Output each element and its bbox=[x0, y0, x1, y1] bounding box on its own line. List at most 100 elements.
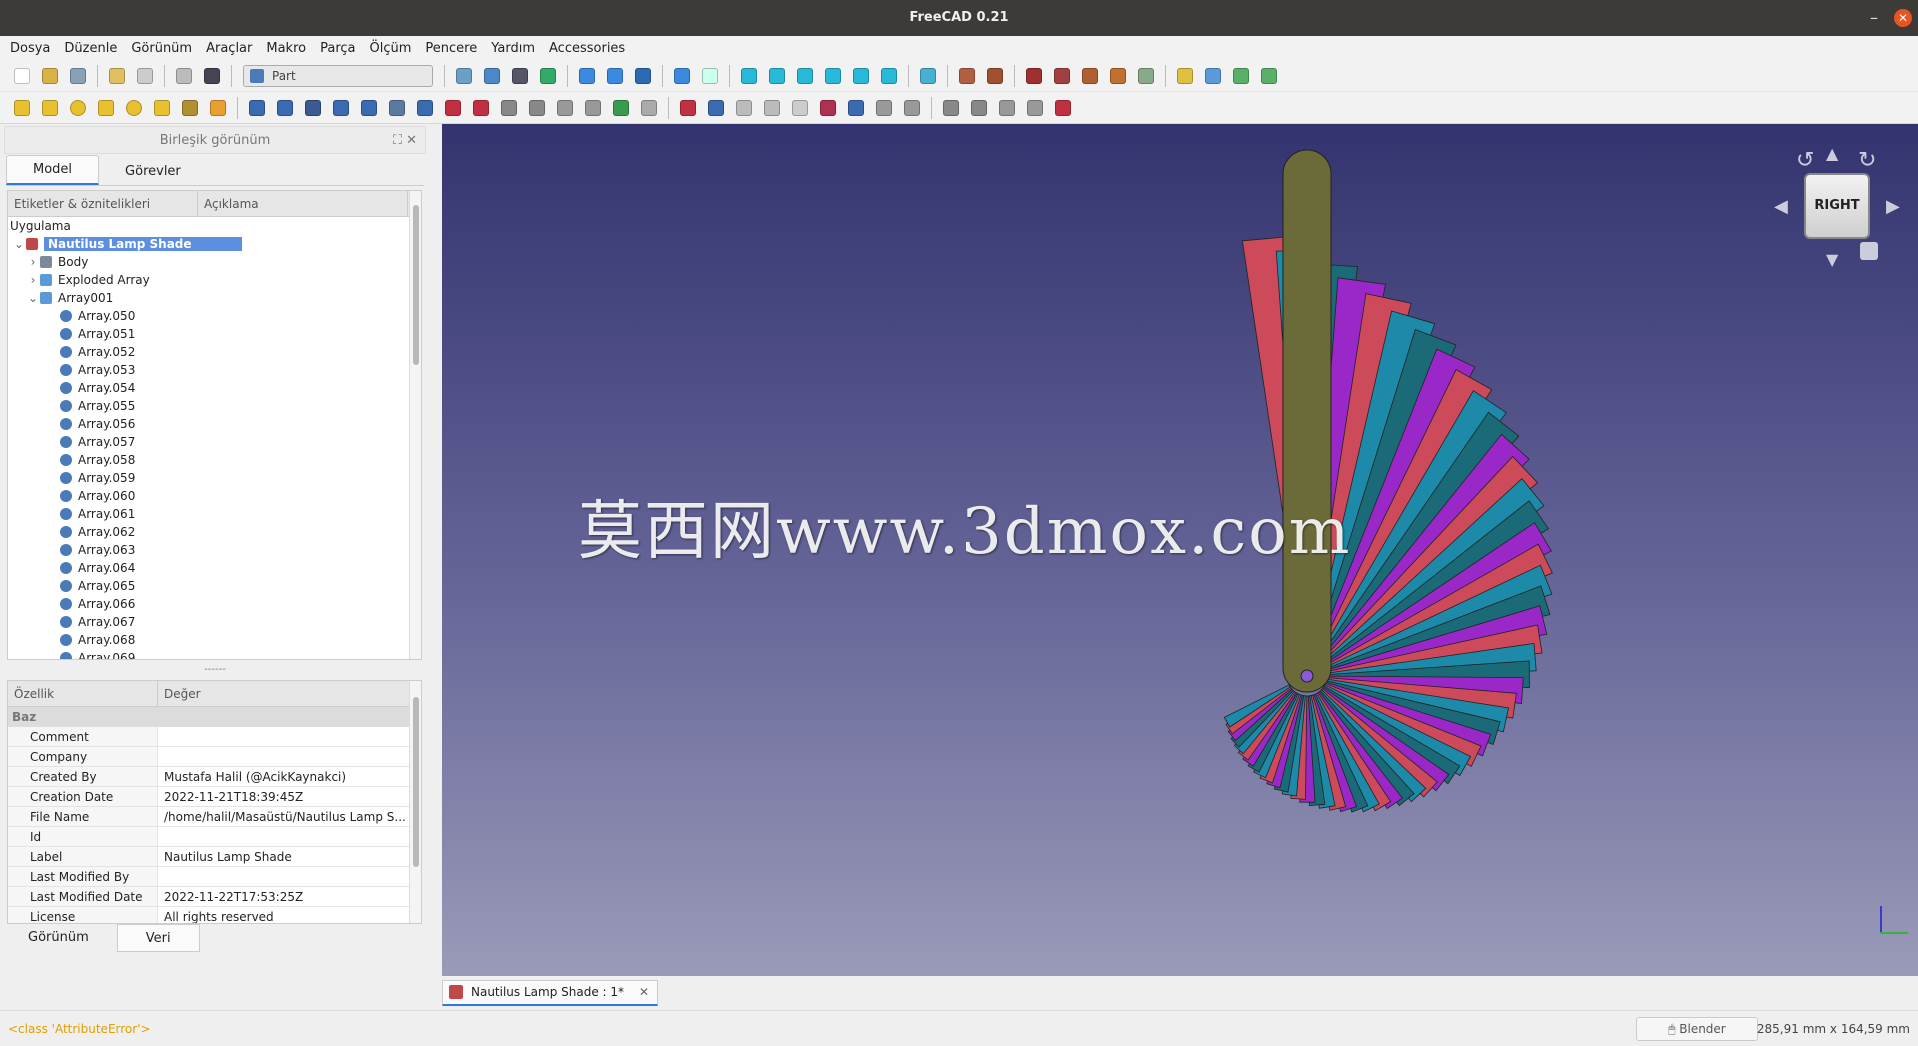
menu-1[interactable]: Düzenle bbox=[64, 41, 117, 56]
ruled-surface-icon[interactable] bbox=[417, 99, 433, 116]
link-icon[interactable] bbox=[1177, 67, 1193, 84]
tree-item-array[interactable]: Array.062 bbox=[8, 523, 421, 541]
tree-item-array[interactable]: Array.063 bbox=[8, 541, 421, 559]
front-view-icon[interactable] bbox=[741, 67, 757, 84]
folder-icon[interactable] bbox=[1205, 67, 1221, 84]
tab-data[interactable]: Veri bbox=[116, 924, 200, 952]
macro-record-icon[interactable] bbox=[1026, 67, 1042, 84]
tree-item-array[interactable]: Array.057 bbox=[8, 433, 421, 451]
navigation-style-button[interactable]: 🖱 Blender bbox=[1636, 1017, 1758, 1041]
boolean-icon[interactable] bbox=[680, 99, 696, 116]
tree-item-array[interactable]: Array.054 bbox=[8, 379, 421, 397]
property-column-header[interactable]: Özellik bbox=[8, 681, 158, 706]
measure-toggle-icon[interactable] bbox=[1055, 99, 1071, 116]
property-row[interactable]: Label Nautilus Lamp Shade bbox=[8, 847, 421, 867]
cylinder-icon[interactable] bbox=[42, 99, 58, 116]
tree-item-array[interactable]: Array.058 bbox=[8, 451, 421, 469]
tree-item-document[interactable]: ⌄ Nautilus Lamp Shade bbox=[8, 235, 421, 253]
measure-linear-icon[interactable] bbox=[943, 99, 959, 116]
save-icon[interactable] bbox=[70, 67, 86, 84]
document-tab[interactable]: Nautilus Lamp Shade : 1* ✕ bbox=[442, 980, 658, 1006]
tree-item-array[interactable]: Array.050 bbox=[8, 307, 421, 325]
property-scrollbar[interactable] bbox=[409, 681, 421, 923]
thickness-icon[interactable] bbox=[585, 99, 601, 116]
tree-item-array[interactable]: Array.056 bbox=[8, 415, 421, 433]
sphere-icon[interactable] bbox=[70, 99, 86, 116]
property-row[interactable]: Id bbox=[8, 827, 421, 847]
menu-5[interactable]: Parça bbox=[320, 41, 355, 56]
property-row[interactable]: Last Modified Date 2022-11-22T17:53:25Z bbox=[8, 887, 421, 907]
rotate-right-icon[interactable]: ▶ bbox=[1886, 196, 1900, 217]
tree-item-array[interactable]: Array.065 bbox=[8, 577, 421, 595]
property-scrollbar-thumb[interactable] bbox=[413, 697, 419, 867]
torus-icon[interactable] bbox=[126, 99, 142, 116]
extrude-icon[interactable] bbox=[249, 99, 265, 116]
property-row[interactable]: License All rights reserved bbox=[8, 907, 421, 923]
tree-item-array[interactable]: Array.068 bbox=[8, 631, 421, 649]
property-value[interactable]: All rights reserved bbox=[158, 907, 406, 923]
projection-icon[interactable] bbox=[613, 99, 629, 116]
menu-6[interactable]: Ölçüm bbox=[370, 41, 412, 56]
view-menu-icon[interactable] bbox=[1860, 242, 1878, 260]
new-document-icon[interactable] bbox=[14, 67, 30, 84]
tree-scrollbar[interactable] bbox=[409, 191, 421, 659]
property-value[interactable]: /home/halil/Masaüstü/Nautilus Lamp S... bbox=[158, 807, 406, 826]
tree-item-array[interactable]: Array.060 bbox=[8, 487, 421, 505]
part-macro-icon[interactable] bbox=[987, 67, 1003, 84]
isometric-view-icon[interactable] bbox=[702, 67, 718, 84]
right-view-icon[interactable] bbox=[797, 67, 813, 84]
shape-builder-icon[interactable] bbox=[210, 99, 226, 116]
workbench-selector[interactable]: Part bbox=[243, 64, 433, 87]
tab-view[interactable]: Görünüm bbox=[0, 924, 117, 952]
box-icon[interactable] bbox=[14, 99, 30, 116]
rear-view-icon[interactable] bbox=[825, 67, 841, 84]
menu-0[interactable]: Dosya bbox=[10, 41, 50, 56]
open-folder-icon[interactable] bbox=[42, 67, 58, 84]
tree-item[interactable]: › Body bbox=[8, 253, 421, 271]
cone-icon[interactable] bbox=[98, 99, 114, 116]
navigation-cube[interactable]: RIGHT ◀ ▶ ▲ ▼ ↺ ↻ bbox=[1762, 138, 1912, 278]
tree-item-array[interactable]: Array.055 bbox=[8, 397, 421, 415]
description-column-header[interactable]: Açıklama bbox=[198, 191, 408, 216]
redo-icon[interactable] bbox=[137, 67, 153, 84]
tree-item-array[interactable]: Array.061 bbox=[8, 505, 421, 523]
property-value[interactable] bbox=[158, 747, 406, 766]
join-icon[interactable] bbox=[820, 99, 836, 116]
undo-icon[interactable] bbox=[109, 67, 125, 84]
make-face-icon[interactable] bbox=[389, 99, 405, 116]
minimize-button[interactable]: – bbox=[1870, 0, 1878, 36]
labels-column-header[interactable]: Etiketler & öznitelikleri bbox=[8, 191, 198, 216]
macro-run-icon[interactable] bbox=[1110, 67, 1126, 84]
tree-item[interactable]: ⌄ Array001 bbox=[8, 289, 421, 307]
property-row[interactable]: Last Modified By bbox=[8, 867, 421, 887]
section-icon[interactable] bbox=[501, 99, 517, 116]
fuse-icon[interactable] bbox=[736, 99, 752, 116]
part-macro-icon[interactable] bbox=[959, 67, 975, 84]
measure-distance-icon[interactable] bbox=[920, 67, 936, 84]
tree-item-array[interactable]: Array.052 bbox=[8, 343, 421, 361]
whats-this-icon[interactable] bbox=[204, 67, 220, 84]
rotate-up-icon[interactable]: ▲ bbox=[1826, 144, 1838, 163]
loft-icon[interactable] bbox=[445, 99, 461, 116]
panel-splitter[interactable]: ------ bbox=[0, 664, 430, 675]
property-value[interactable]: Nautilus Lamp Shade bbox=[158, 847, 406, 866]
close-button[interactable]: ✕ bbox=[1894, 9, 1912, 27]
common-icon[interactable] bbox=[764, 99, 780, 116]
tube-icon[interactable] bbox=[154, 99, 170, 116]
tree-item-array[interactable]: Array.067 bbox=[8, 613, 421, 631]
property-row[interactable]: Creation Date 2022-11-21T18:39:45Z bbox=[8, 787, 421, 807]
macro-debug-icon[interactable] bbox=[1138, 67, 1154, 84]
property-value[interactable] bbox=[158, 867, 406, 886]
offset-icon[interactable] bbox=[557, 99, 573, 116]
dock-controls[interactable]: ⛶ ✕ bbox=[393, 127, 417, 155]
left-view-icon[interactable] bbox=[881, 67, 897, 84]
tree-item-array[interactable]: Array.051 bbox=[8, 325, 421, 343]
zoom-icon[interactable] bbox=[674, 67, 690, 84]
cut-icon[interactable] bbox=[708, 99, 724, 116]
menu-8[interactable]: Yardım bbox=[491, 41, 535, 56]
export-icon[interactable] bbox=[1233, 67, 1249, 84]
tree-item-array[interactable]: Array.059 bbox=[8, 469, 421, 487]
property-value[interactable]: 2022-11-22T17:53:25Z bbox=[158, 887, 406, 906]
back-icon[interactable] bbox=[579, 67, 595, 84]
property-group[interactable]: Baz bbox=[8, 707, 421, 727]
